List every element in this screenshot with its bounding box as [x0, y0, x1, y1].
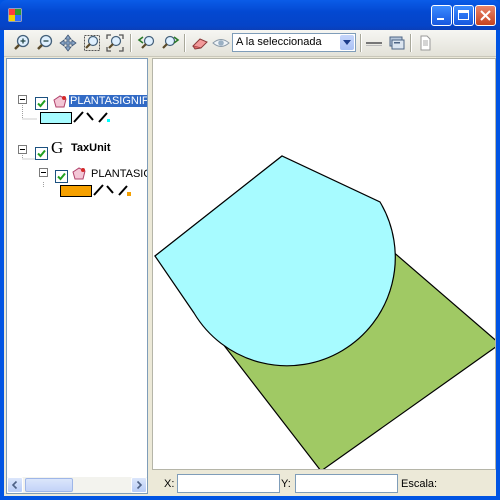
toolbar-separator — [130, 34, 132, 52]
x-coordinate-label: X: — [164, 478, 175, 490]
close-button[interactable] — [475, 5, 496, 26]
checkmark-icon — [37, 99, 46, 108]
eraser-icon[interactable] — [190, 33, 210, 53]
map-view[interactable] — [152, 58, 496, 470]
layer-visibility-checkbox[interactable] — [35, 97, 48, 110]
polygon-layer-icon — [53, 95, 67, 108]
app-window-icon — [8, 8, 22, 22]
close-icon — [480, 10, 491, 21]
x-coordinate-field — [177, 474, 280, 493]
scroll-right-button[interactable] — [131, 477, 147, 493]
zoom-extent-icon[interactable] — [105, 33, 125, 53]
layer-fill-swatch — [40, 112, 72, 124]
client-area: A la seleccionada PLANTASIGNIF G TaxUnit… — [4, 30, 496, 496]
zoom-next-icon[interactable] — [160, 33, 180, 53]
horizontal-scrollbar[interactable] — [7, 477, 147, 493]
checkmark-icon — [57, 172, 66, 181]
layer-line-symbol-icon — [73, 111, 108, 123]
y-coordinate-field — [295, 474, 398, 493]
zoom-mode-value: A la seleccionada — [236, 36, 322, 48]
layer-point-marker — [107, 119, 110, 122]
tree-expander-taxunit[interactable] — [18, 145, 27, 154]
group-g-icon: G — [51, 138, 64, 157]
tree-item-plantasignif[interactable]: PLANTASIGNIF — [69, 95, 147, 107]
layer-tree-panel: PLANTASIGNIF G TaxUnit PLANTASIGNIF — [6, 58, 148, 494]
layer-fill-swatch — [60, 185, 92, 197]
scroll-thumb[interactable] — [25, 478, 73, 492]
layer-properties-icon[interactable] — [387, 33, 407, 53]
layer-visibility-checkbox[interactable] — [55, 170, 68, 183]
map-canvas[interactable] — [153, 59, 496, 470]
toolbar-separator — [184, 34, 186, 52]
zoom-previous-icon[interactable] — [137, 33, 157, 53]
chevron-left-icon — [11, 480, 18, 490]
zoom-in-icon[interactable] — [12, 33, 32, 53]
tree-item-plantasignif-child[interactable]: PLANTASIGNIF — [91, 168, 147, 180]
maximize-button[interactable] — [453, 5, 474, 26]
minimize-button[interactable] — [431, 5, 452, 26]
line-style-icon[interactable] — [364, 33, 384, 53]
maximize-icon — [458, 10, 469, 20]
y-coordinate-label: Y: — [281, 478, 291, 490]
zoom-out-icon[interactable] — [35, 33, 55, 53]
minimize-icon — [437, 18, 444, 20]
checkmark-icon — [37, 149, 46, 158]
tree-expander-plantasignif[interactable] — [18, 95, 27, 104]
scroll-left-button[interactable] — [7, 477, 23, 493]
selected-polygon[interactable] — [154, 155, 396, 367]
zoom-window-icon[interactable] — [82, 33, 102, 53]
visibility-eye-icon[interactable] — [211, 33, 231, 53]
group-visibility-checkbox[interactable] — [35, 147, 48, 160]
app-window: A la seleccionada PLANTASIGNIF G TaxUnit… — [0, 0, 500, 500]
scale-label: Escala: — [401, 478, 438, 490]
document-icon[interactable] — [415, 33, 435, 53]
map-toolbar: A la seleccionada — [4, 30, 496, 57]
zoom-mode-select[interactable]: A la seleccionada — [232, 33, 356, 52]
chevron-right-icon — [136, 480, 143, 490]
status-bar: X: Y: Escala: — [152, 470, 496, 496]
polygon-layer-icon — [72, 167, 86, 180]
tree-item-taxunit[interactable]: TaxUnit — [71, 142, 111, 154]
dropdown-arrow-button[interactable] — [340, 35, 354, 50]
layer-point-marker — [127, 192, 131, 196]
tree-expander-plantasignif-child[interactable] — [39, 168, 48, 177]
toolbar-separator — [360, 34, 362, 52]
chevron-down-icon — [343, 40, 351, 45]
layer-line-symbol-icon — [93, 184, 128, 196]
title-bar[interactable] — [0, 0, 500, 30]
toolbar-separator — [410, 34, 412, 52]
pan-icon[interactable] — [58, 33, 78, 53]
